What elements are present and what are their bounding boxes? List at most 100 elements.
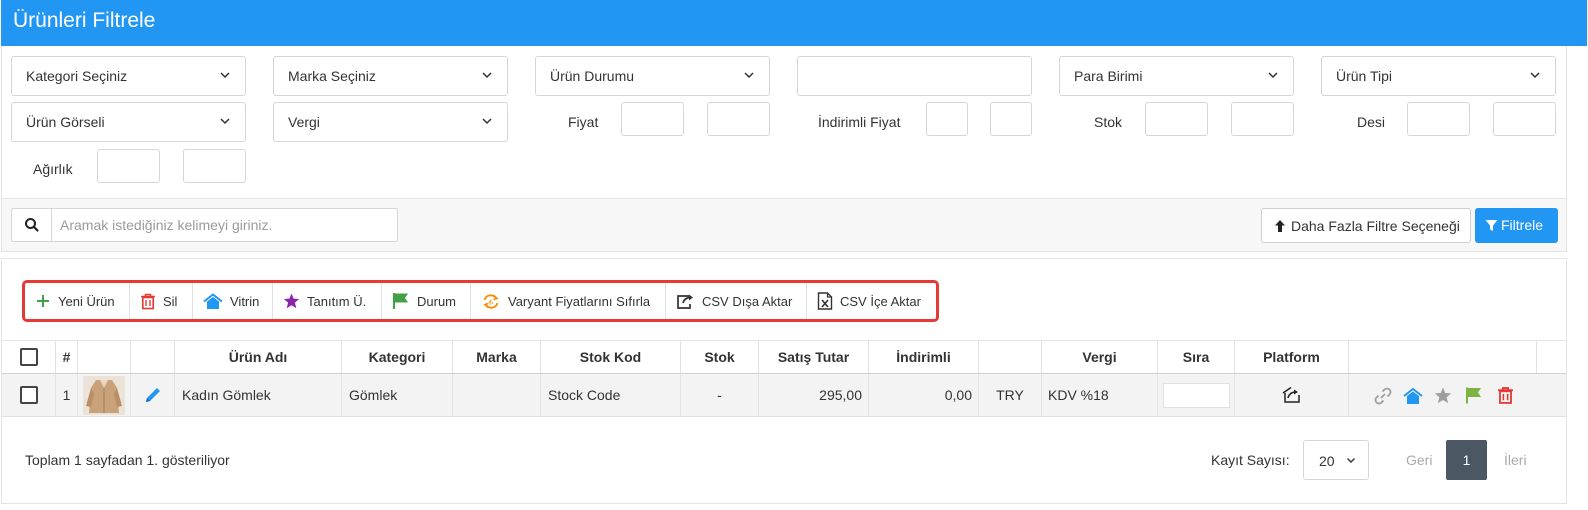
trash-icon [141, 293, 155, 309]
new-product-button[interactable]: Yeni Ürün [25, 283, 130, 319]
col-tax[interactable]: Vergi [1042, 341, 1158, 373]
search-icon[interactable] [12, 209, 52, 241]
csv-export-button[interactable]: CSV Dışa Aktar [666, 283, 807, 319]
showcase-label: Vitrin [230, 293, 260, 309]
page-title: Ürünleri Filtrele [13, 9, 156, 32]
pagination-next[interactable]: İleri [1504, 452, 1527, 468]
home-icon[interactable] [1403, 387, 1423, 405]
product-status-select[interactable]: Ürün Durumu [535, 56, 770, 96]
star-icon[interactable] [1434, 387, 1452, 404]
price-max-input[interactable] [707, 102, 770, 136]
search-bar: Daha Fazla Filtre Seçeneği Filtrele [1, 198, 1567, 252]
flag-icon [393, 293, 408, 309]
free-text-filter-input[interactable] [797, 56, 1032, 96]
pagination-prev[interactable]: Geri [1406, 452, 1432, 468]
weight-label: Ağırlık [33, 161, 73, 177]
refresh-icon: ₺ [483, 293, 499, 309]
currency-select[interactable]: Para Birimi [1059, 56, 1294, 96]
csv-import-button[interactable]: CSV İçe Aktar [807, 283, 936, 319]
chevron-down-icon [1347, 458, 1355, 463]
share-icon [677, 294, 693, 309]
product-type-select[interactable]: Ürün Tipi [1321, 56, 1556, 96]
stock-min-input[interactable] [1145, 102, 1208, 136]
action-toolbar: Yeni Ürün Sil Vitrin Tanıtım Ü. Durum ₺ … [22, 280, 939, 322]
promo-button[interactable]: Tanıtım Ü. [273, 283, 382, 319]
chevron-down-icon [482, 118, 492, 125]
flag-icon[interactable] [1465, 386, 1483, 405]
product-thumbnail[interactable] [83, 375, 125, 415]
discounted-price-min-input[interactable] [926, 102, 968, 136]
more-filters-button[interactable]: Daha Fazla Filtre Seçeneği [1261, 208, 1471, 243]
filter-panel-header: Ürünleri Filtrele [1, 0, 1587, 46]
select-all-checkbox[interactable] [19, 348, 38, 366]
tax-select[interactable]: Vergi [273, 102, 508, 142]
row-product-name[interactable]: Kadın Gömlek [175, 374, 342, 416]
reset-variant-prices-label: Varyant Fiyatlarını Sıfırla [508, 293, 651, 309]
row-order-cell [1158, 374, 1235, 416]
weight-min-input[interactable] [97, 149, 160, 183]
product-status-select-value: Ürün Durumu [550, 68, 635, 84]
delete-button[interactable]: Sil [130, 283, 193, 319]
showcase-button[interactable]: Vitrin [193, 283, 273, 319]
category-select-value: Kategori Seçiniz [26, 68, 128, 84]
brand-select[interactable]: Marka Seçiniz [273, 56, 508, 96]
tax-select-value: Vergi [288, 114, 320, 130]
discounted-price-max-input[interactable] [990, 102, 1032, 136]
stock-max-input[interactable] [1231, 102, 1294, 136]
row-stock: - [681, 374, 759, 416]
row-category: Gömlek [342, 374, 453, 416]
table-row: 1 Kadın Gömlek Gömlek Stock Code - 295,0… [2, 374, 1566, 417]
table-header: # Ürün Adı Kategori Marka Stok Kod Stok … [2, 340, 1566, 374]
delete-label: Sil [163, 293, 178, 309]
discounted-price-label: İndirimli Fiyat [818, 114, 901, 130]
search-box [11, 208, 398, 242]
col-actions [1349, 341, 1537, 373]
col-order[interactable]: Sıra [1158, 341, 1235, 373]
col-price[interactable]: Satış Tutar [759, 341, 869, 373]
weight-max-input[interactable] [183, 149, 246, 183]
col-name[interactable]: Ürün Adı [175, 341, 342, 373]
search-input[interactable] [53, 209, 397, 241]
row-brand [453, 374, 541, 416]
col-category[interactable]: Kategori [342, 341, 453, 373]
row-index: 1 [56, 374, 78, 416]
chevron-down-icon [1268, 72, 1278, 79]
platform-icon[interactable] [1282, 386, 1302, 404]
col-discounted[interactable]: İndirimli [869, 341, 979, 373]
pencil-icon[interactable] [144, 386, 162, 404]
col-brand[interactable]: Marka [453, 341, 541, 373]
select-all-cell [2, 341, 56, 373]
promo-label: Tanıtım Ü. [307, 293, 367, 309]
desi-label: Desi [1357, 114, 1386, 130]
filter-button[interactable]: Filtrele [1475, 208, 1558, 243]
row-order-input[interactable] [1162, 382, 1230, 408]
col-stock-code[interactable]: Stok Kod [541, 341, 681, 373]
status-button[interactable]: Durum [382, 283, 471, 319]
row-actions-cell [1349, 374, 1537, 416]
price-min-input[interactable] [621, 102, 684, 136]
col-stock[interactable]: Stok [681, 341, 759, 373]
product-image-select[interactable]: Ürün Görseli [11, 102, 246, 142]
chevron-down-icon [220, 72, 230, 79]
filter-button-label: Filtrele [1501, 217, 1544, 233]
col-edit [131, 341, 175, 373]
row-currency: TRY [979, 374, 1042, 416]
desi-min-input[interactable] [1407, 102, 1470, 136]
row-stock-code: Stock Code [541, 374, 681, 416]
product-thumbnail-cell [78, 374, 131, 416]
filter-icon [1485, 219, 1498, 231]
trash-icon[interactable] [1497, 386, 1514, 405]
excel-icon [817, 292, 833, 310]
category-select[interactable]: Kategori Seçiniz [11, 56, 246, 96]
page-size-label: Kayıt Sayısı: [1211, 452, 1290, 468]
csv-export-label: CSV Dışa Aktar [702, 293, 793, 309]
link-icon[interactable] [1373, 386, 1393, 406]
row-checkbox[interactable] [19, 386, 38, 404]
row-tax: KDV %18 [1042, 374, 1158, 416]
reset-variant-prices-button[interactable]: ₺ Varyant Fiyatlarını Sıfırla [471, 283, 666, 319]
pagination-page-1[interactable]: 1 [1446, 440, 1487, 480]
csv-import-label: CSV İçe Aktar [840, 293, 921, 309]
desi-max-input[interactable] [1493, 102, 1556, 136]
page-size-select[interactable]: 20 [1303, 440, 1369, 480]
brand-select-value: Marka Seçiniz [288, 68, 376, 84]
